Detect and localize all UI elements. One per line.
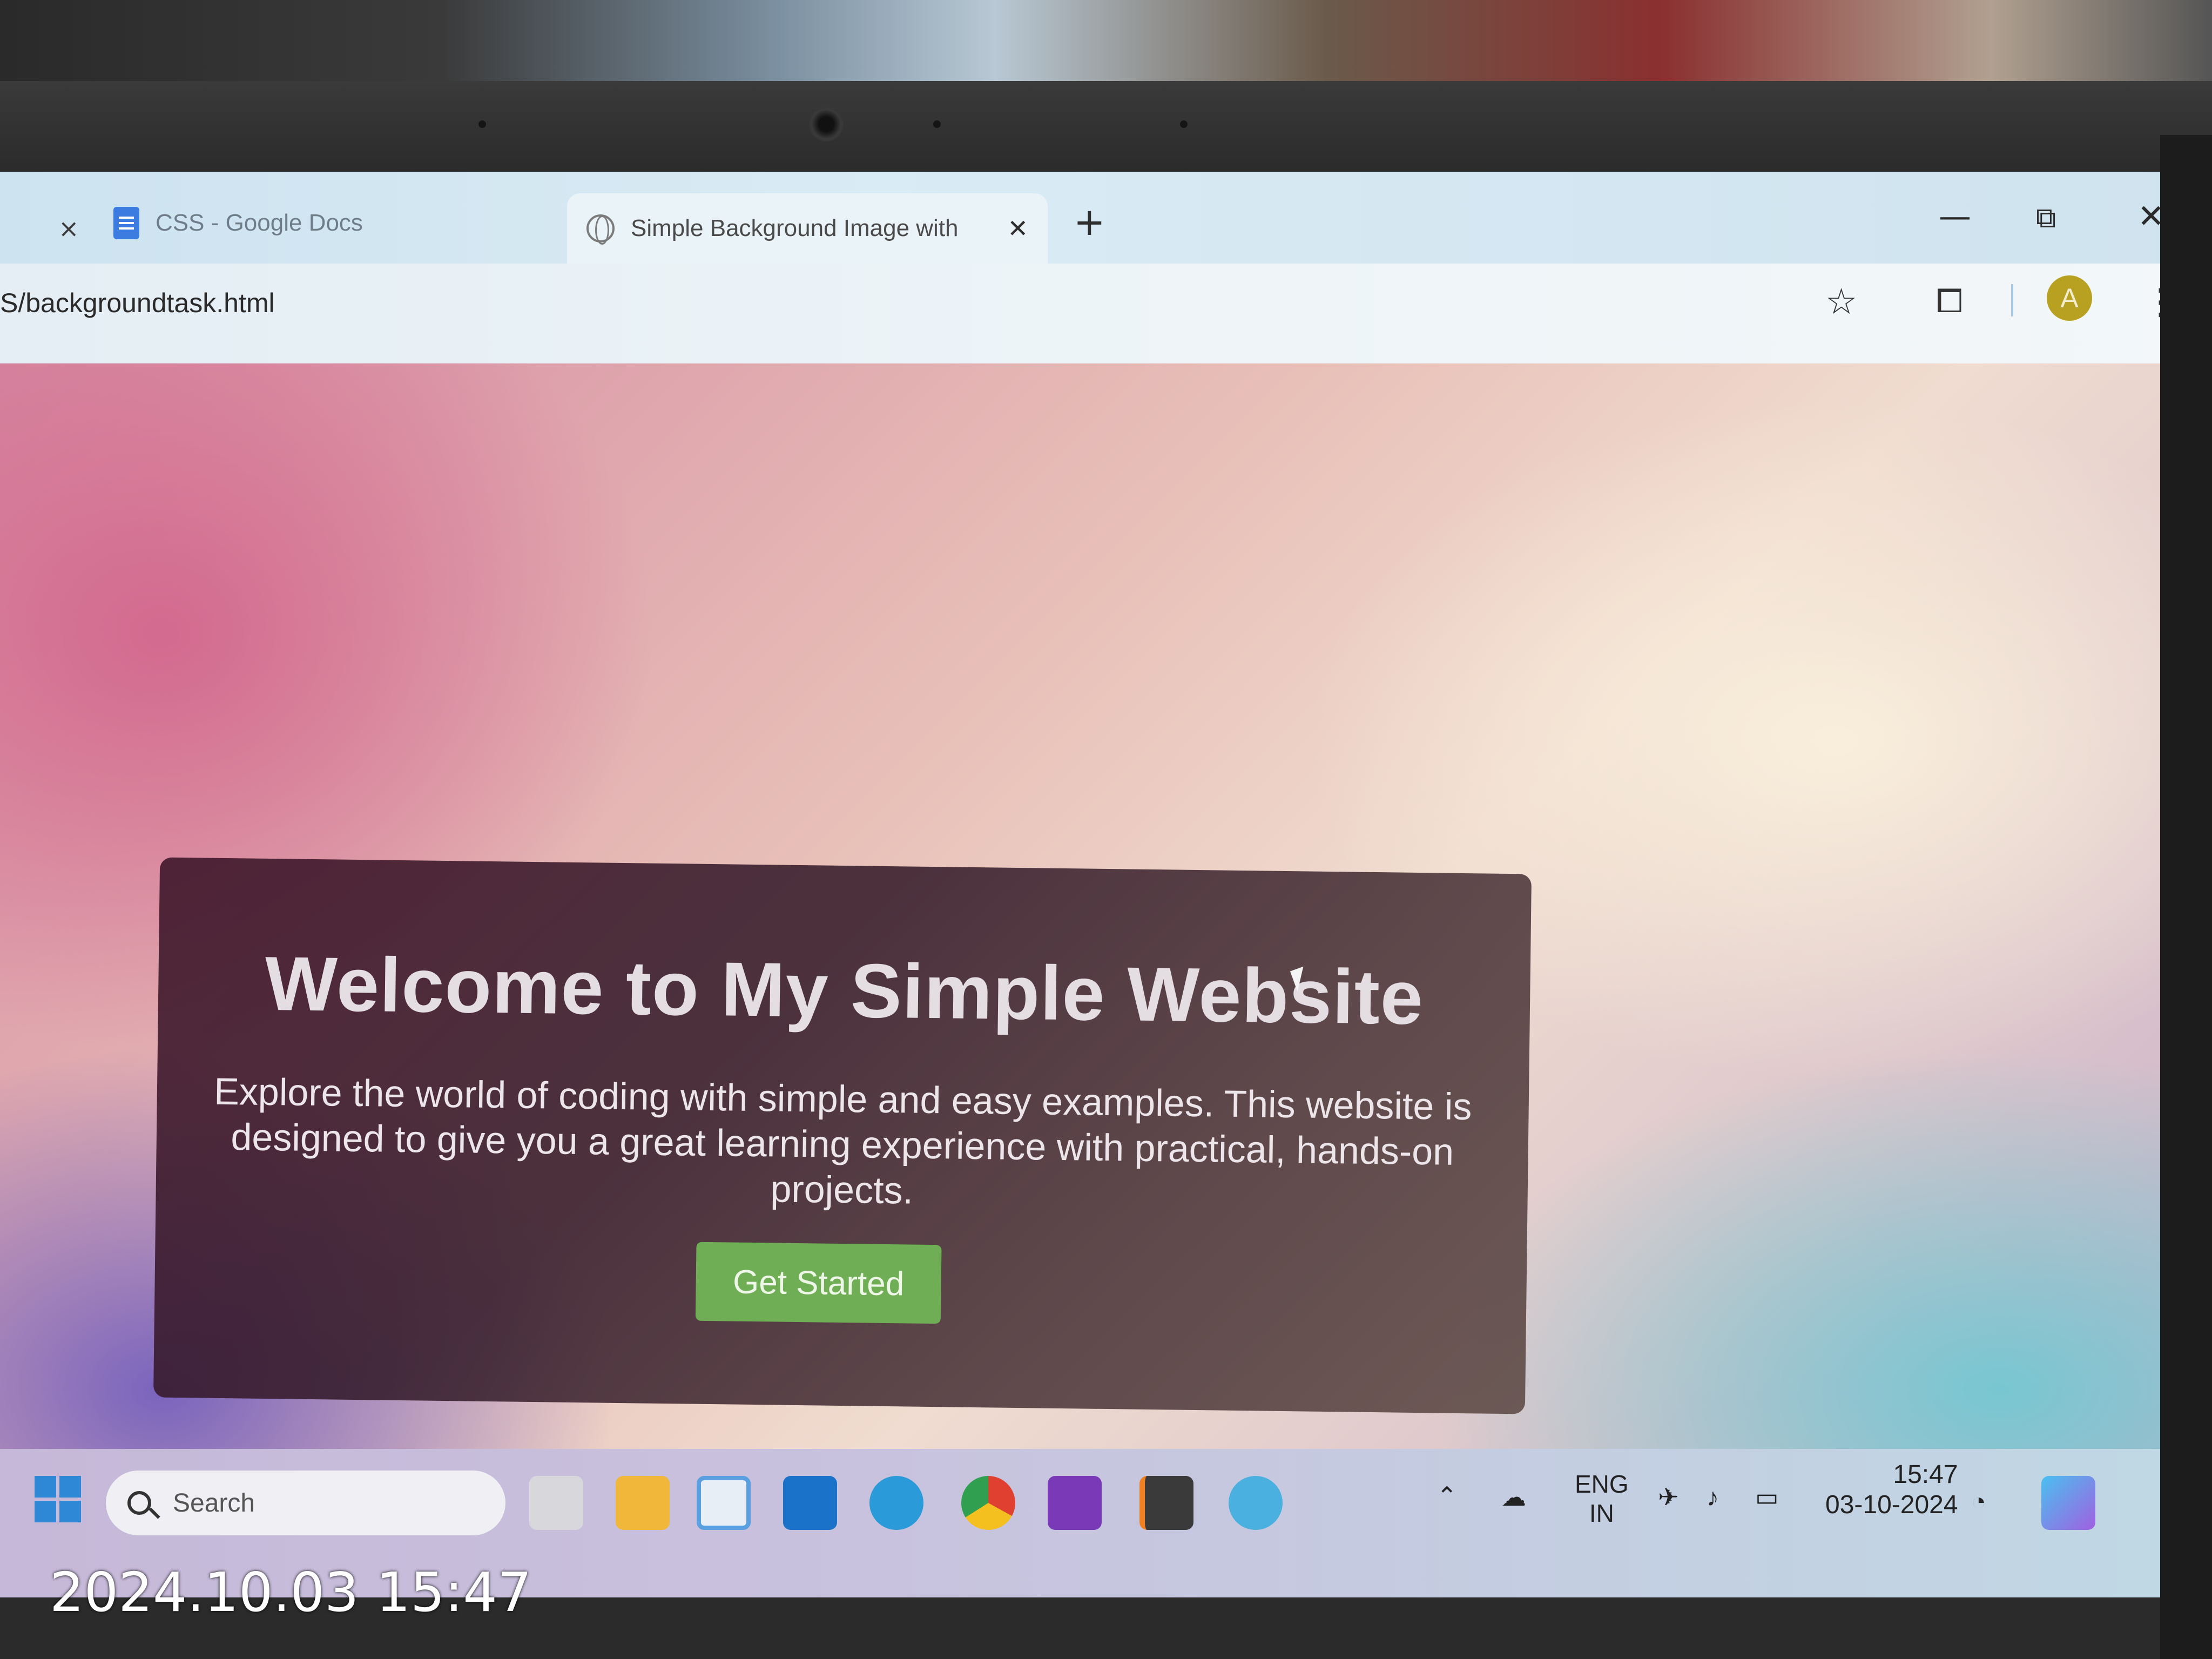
- tab-google-docs[interactable]: CSS - Google Docs: [113, 183, 545, 264]
- system-clock[interactable]: 15:47 03-10-2024: [1825, 1460, 1958, 1520]
- taskbar-search[interactable]: Search: [106, 1471, 505, 1535]
- tab-label: CSS - Google Docs: [156, 210, 363, 236]
- extensions-icon[interactable]: ⧠: [1936, 281, 1963, 321]
- windows-start-icon[interactable]: [35, 1476, 81, 1522]
- globe-icon: [586, 214, 615, 245]
- paint-icon[interactable]: [1229, 1476, 1283, 1530]
- star-icon[interactable]: ☆: [1825, 281, 1857, 322]
- chevron-up-icon[interactable]: ⌃: [1437, 1481, 1458, 1510]
- clock-date: 03-10-2024: [1825, 1491, 1958, 1519]
- airplane-mode-icon[interactable]: ✈: [1658, 1482, 1679, 1512]
- microsoft-store-icon[interactable]: [697, 1476, 751, 1530]
- region-code: IN: [1589, 1499, 1614, 1527]
- tab-strip: × CSS - Google Docs Simple Background Im…: [0, 172, 2193, 264]
- battery-icon[interactable]: ▭: [1755, 1482, 1778, 1512]
- restore-button[interactable]: ⧉: [2036, 202, 2056, 235]
- google-docs-icon: [113, 207, 139, 239]
- tab-active-page[interactable]: Simple Background Image with ✕: [567, 193, 1048, 264]
- language-indicator[interactable]: ENG IN: [1575, 1469, 1629, 1528]
- profile-avatar[interactable]: A: [2047, 275, 2092, 321]
- sublime-text-icon[interactable]: [1139, 1476, 1193, 1530]
- edge-icon[interactable]: [869, 1476, 923, 1530]
- search-icon: [127, 1491, 151, 1515]
- copilot-icon[interactable]: [2041, 1476, 2095, 1530]
- task-view-icon[interactable]: [529, 1476, 583, 1530]
- clock-time: 15:47: [1893, 1460, 1958, 1489]
- webcam: [809, 107, 844, 141]
- onenote-icon[interactable]: [1048, 1476, 1102, 1530]
- language-code: ENG: [1575, 1470, 1629, 1498]
- sensor-dot: [1180, 120, 1188, 128]
- file-explorer-icon[interactable]: [616, 1476, 670, 1530]
- volume-icon[interactable]: ♪: [1707, 1482, 1719, 1512]
- web-page: Welcome to My Simple Website Explore the…: [0, 363, 2193, 1449]
- page-title: Welcome to My Simple Website: [264, 940, 1424, 1041]
- sensor-dot: [478, 120, 486, 128]
- tab-close-icon[interactable]: ×: [58, 214, 79, 243]
- address-bar[interactable]: S/backgroundtask.html: [0, 287, 275, 319]
- tab-close-icon[interactable]: ✕: [1007, 214, 1028, 243]
- photo-timestamp: 2024.10.03 15:47: [50, 1561, 532, 1624]
- hero-description: Explore the world of coding with simple …: [213, 1070, 1472, 1212]
- search-placeholder: Search: [173, 1488, 255, 1518]
- notification-bell-icon[interactable]: ◔: [1971, 1487, 1986, 1516]
- bezel-rim: [0, 81, 2212, 178]
- tab-label: Simple Background Image with: [631, 215, 959, 241]
- toolbar-divider: [2011, 284, 2013, 316]
- chrome-icon[interactable]: [961, 1476, 1015, 1530]
- sensor-dot: [933, 120, 941, 128]
- cloud-off-icon[interactable]: ☁: [1501, 1482, 1526, 1512]
- address-toolbar: S/backgroundtask.html ☆ ⧠ A ⋮: [0, 264, 2193, 366]
- bezel-right-edge: [2160, 135, 2212, 1659]
- get-started-button[interactable]: Get Started: [695, 1242, 942, 1324]
- screen: × CSS - Google Docs Simple Background Im…: [0, 172, 2193, 1597]
- outlook-icon[interactable]: [783, 1476, 837, 1530]
- minimize-button[interactable]: —: [1939, 198, 1971, 235]
- new-tab-button[interactable]: +: [1074, 200, 1105, 244]
- hero-card: Welcome to My Simple Website Explore the…: [153, 857, 1532, 1414]
